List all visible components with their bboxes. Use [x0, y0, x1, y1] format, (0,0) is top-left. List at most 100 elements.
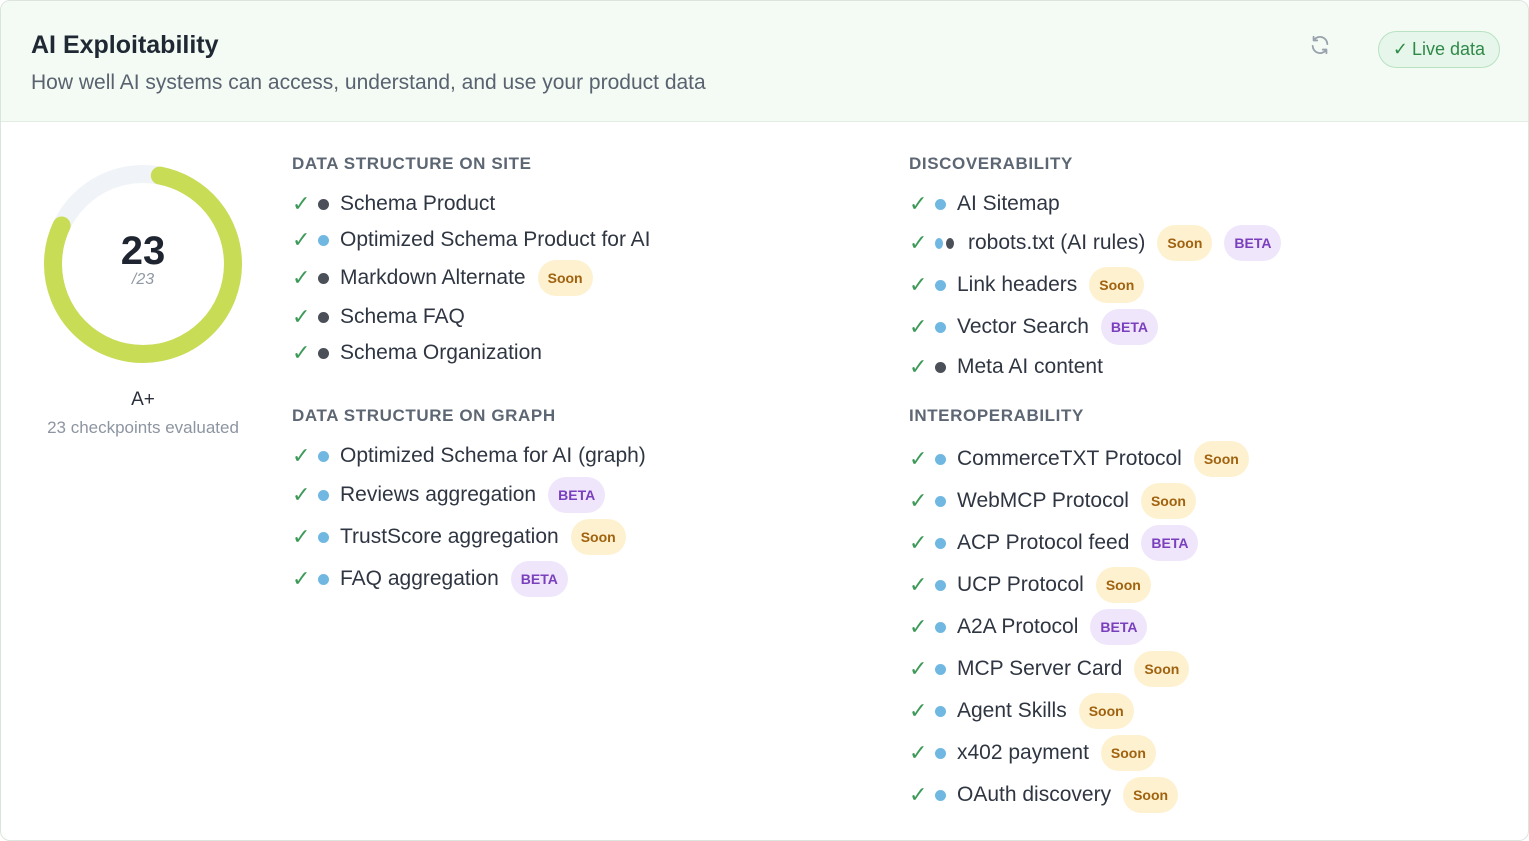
- status-dots: [318, 272, 340, 284]
- checkpoint-label: UCP Protocol: [957, 573, 1084, 596]
- checkpoint-label: TrustScore aggregation: [340, 525, 559, 548]
- checkpoint-label: FAQ aggregation: [340, 567, 499, 590]
- checkpoint-label: Optimized Schema for AI (graph): [340, 444, 646, 467]
- checkpoint-item: ✓ Vector Search BETA: [909, 309, 1158, 345]
- check-icon: ✓: [909, 698, 928, 723]
- soon-badge: Soon: [1157, 225, 1213, 261]
- checkpoint-label: AI Sitemap: [957, 192, 1060, 215]
- dark-dot-icon: [946, 237, 954, 249]
- checkpoint-label: Vector Search: [957, 315, 1089, 338]
- status-dots: [935, 621, 957, 633]
- blue-dot-icon: [935, 495, 946, 507]
- checkpoint-item: ✓ CommerceTXT Protocol Soon: [909, 441, 1249, 477]
- blue-dot-icon: [935, 621, 946, 633]
- checkpoint-label: x402 payment: [957, 741, 1089, 764]
- status-dots: [935, 361, 957, 373]
- check-icon: ✓: [909, 614, 928, 639]
- blue-dot-icon: [935, 198, 946, 210]
- check-icon: ✓: [909, 446, 928, 471]
- checkpoint-item: ✓ x402 payment Soon: [909, 735, 1156, 771]
- checkpoint-label: Link headers: [957, 273, 1078, 296]
- beta-badge: BETA: [1090, 609, 1148, 645]
- soon-badge: Soon: [1095, 567, 1151, 603]
- check-icon: ✓: [292, 304, 311, 329]
- blue-dot-icon: [935, 237, 943, 249]
- status-dots: [935, 579, 957, 591]
- status-dots: [935, 237, 957, 249]
- status-dots: [935, 279, 957, 291]
- dark-dot-icon: [318, 311, 329, 323]
- blue-dot-icon: [318, 234, 329, 246]
- ai-exploitability-card: AI Exploitability How well AI systems ca…: [0, 0, 1529, 841]
- section-title-graph: DATA STRUCTURE ON GRAPH: [292, 406, 556, 425]
- status-dots: [318, 531, 340, 543]
- checkpoint-item: ✓ OAuth discovery Soon: [909, 777, 1179, 813]
- checkpoint-label: MCP Server Card: [957, 657, 1123, 680]
- soon-badge: Soon: [537, 260, 593, 296]
- check-icon: ✓: [909, 354, 928, 379]
- checkpoint-item: ✓ ACP Protocol feed BETA: [909, 525, 1199, 561]
- refresh-icon[interactable]: [1306, 31, 1334, 59]
- soon-badge: Soon: [570, 519, 626, 555]
- checkpoint-item: ✓ FAQ aggregation BETA: [292, 561, 568, 597]
- check-icon: ✓: [292, 191, 311, 216]
- blue-dot-icon: [318, 531, 329, 543]
- soon-badge: Soon: [1089, 267, 1145, 303]
- beta-badge: BETA: [1141, 525, 1199, 561]
- checkpoint-item: ✓ Markdown Alternate Soon: [292, 260, 593, 296]
- status-dots: [318, 198, 340, 210]
- status-dots: [935, 705, 957, 717]
- checkpoint-item: ✓ A2A Protocol BETA: [909, 609, 1148, 645]
- blue-dot-icon: [935, 747, 946, 759]
- checkpoint-item: ✓ WebMCP Protocol Soon: [909, 483, 1196, 519]
- check-icon: ✓: [292, 482, 311, 507]
- checkpoint-label: Markdown Alternate: [340, 266, 526, 289]
- checkpoint-item: ✓ TrustScore aggregation Soon: [292, 519, 626, 555]
- blue-dot-icon: [318, 489, 329, 501]
- beta-badge: BETA: [548, 477, 606, 513]
- section-title-site: DATA STRUCTURE ON SITE: [292, 154, 532, 173]
- check-icon: ✓: [292, 566, 311, 591]
- status-dots: [935, 789, 957, 801]
- check-icon: ✓: [292, 443, 311, 468]
- blue-dot-icon: [935, 537, 946, 549]
- check-icon: ✓: [292, 340, 311, 365]
- checkpoint-item: ✓ Reviews aggregation BETA: [292, 477, 606, 513]
- status-dots: [935, 321, 957, 333]
- section-title-discoverability: DISCOVERABILITY: [909, 154, 1073, 173]
- blue-dot-icon: [935, 321, 946, 333]
- blue-dot-icon: [935, 663, 946, 675]
- card-header: AI Exploitability How well AI systems ca…: [1, 1, 1528, 122]
- checkpoint-item: ✓ AI Sitemap: [909, 186, 1060, 222]
- checkpoint-label: WebMCP Protocol: [957, 489, 1129, 512]
- beta-badge: BETA: [510, 561, 568, 597]
- checkpoint-item: ✓ robots.txt (AI rules) Soon BETA: [909, 225, 1282, 261]
- check-icon: ✓: [909, 314, 928, 339]
- checkpoint-label: Agent Skills: [957, 699, 1067, 722]
- checkpoint-item: ✓ Schema Organization: [292, 335, 542, 371]
- checkpoint-label: ACP Protocol feed: [957, 531, 1130, 554]
- soon-badge: Soon: [1078, 693, 1134, 729]
- live-data-badge[interactable]: ✓ Live data: [1378, 31, 1500, 68]
- blue-dot-icon: [935, 279, 946, 291]
- dark-dot-icon: [318, 198, 329, 210]
- status-dots: [318, 347, 340, 359]
- dark-dot-icon: [318, 347, 329, 359]
- checkpoint-label: Schema Organization: [340, 341, 542, 364]
- card-title: AI Exploitability: [31, 31, 219, 59]
- soon-badge: Soon: [1134, 651, 1190, 687]
- status-dots: [318, 234, 340, 246]
- soon-badge: Soon: [1123, 777, 1179, 813]
- status-dots: [318, 311, 340, 323]
- score-denominator: /23: [131, 271, 155, 288]
- status-dots: [935, 663, 957, 675]
- soon-badge: Soon: [1140, 483, 1196, 519]
- blue-dot-icon: [935, 705, 946, 717]
- card-subtitle: How well AI systems can access, understa…: [31, 71, 706, 94]
- beta-badge: BETA: [1224, 225, 1282, 261]
- score-grade: A+: [131, 389, 155, 410]
- check-icon: ✓: [909, 230, 928, 255]
- checkpoint-label: Schema Product: [340, 192, 496, 215]
- check-icon: ✓: [909, 572, 928, 597]
- checkpoint-item: ✓ Meta AI content: [909, 349, 1103, 385]
